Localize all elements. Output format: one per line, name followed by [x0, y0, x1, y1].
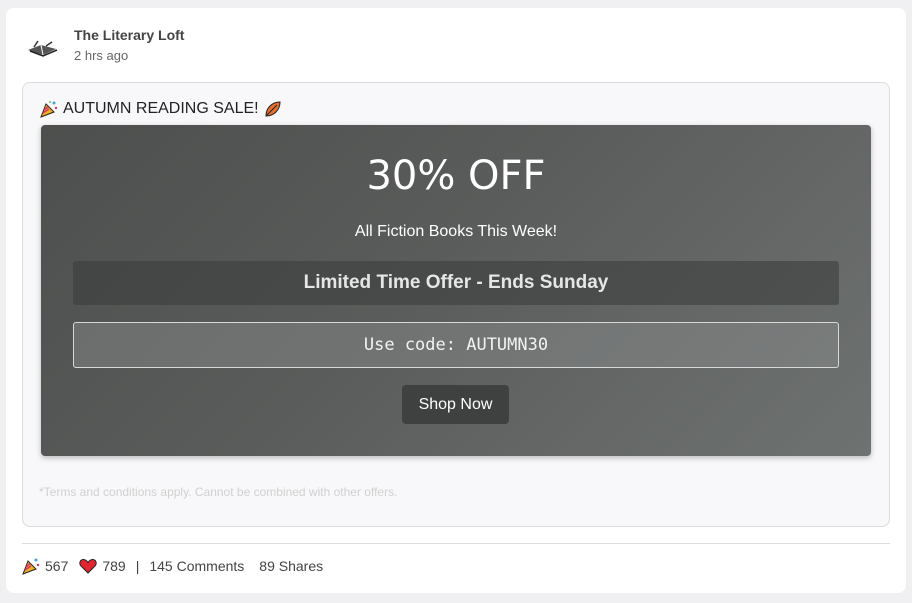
post-headline: AUTUMN READING SALE!: [40, 100, 282, 118]
reactions-bar: 567 789 | 145 Comments 89 Shares: [22, 556, 323, 576]
promo-code-box[interactable]: Use code: AUTUMN30: [73, 322, 839, 368]
shop-now-button[interactable]: Shop Now: [402, 385, 509, 424]
limited-offer-bar: Limited Time Offer - Ends Sunday: [73, 261, 839, 305]
terms-note: *Terms and conditions apply. Cannot be c…: [39, 485, 398, 499]
shares-link[interactable]: 89 Shares: [259, 558, 323, 574]
party-popper-icon: [40, 101, 58, 118]
footer-separator: |: [135, 558, 140, 574]
flying-book-icon[interactable]: [26, 38, 60, 60]
headline-text: AUTUMN READING SALE!: [63, 100, 259, 117]
footer-divider: [22, 543, 890, 544]
heart-count: 789: [102, 558, 126, 574]
post-card: The Literary Loft 2 hrs ago AUTUMN READI…: [6, 8, 906, 593]
promo-subtitle: All Fiction Books This Week!: [354, 223, 558, 240]
author-name[interactable]: The Literary Loft: [74, 27, 184, 43]
comments-link[interactable]: 145 Comments: [149, 558, 244, 574]
party-count: 567: [45, 558, 69, 574]
discount-heading: 30% OFF: [366, 153, 546, 199]
post-time[interactable]: 2 hrs ago: [74, 48, 128, 63]
post-body: AUTUMN READING SALE! 30% OFF All Fiction…: [22, 82, 890, 527]
party-reaction[interactable]: 567: [22, 557, 68, 575]
heart-reaction[interactable]: 789: [79, 557, 126, 575]
promo-banner: 30% OFF All Fiction Books This Week! Lim…: [41, 125, 871, 456]
fallen-leaf-icon: [265, 101, 281, 117]
party-popper-icon: [22, 558, 40, 575]
heart-icon: [79, 558, 98, 574]
